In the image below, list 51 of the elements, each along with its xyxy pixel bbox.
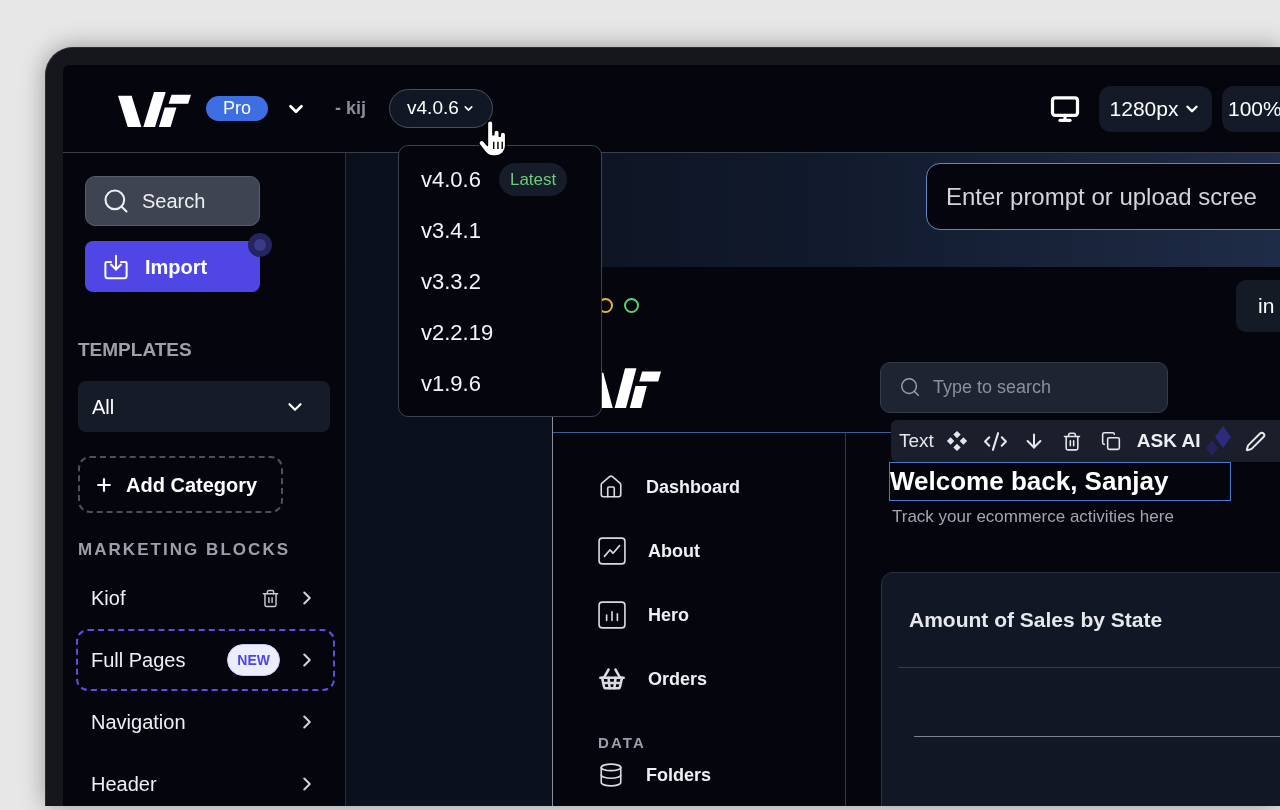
project-name: - kij (335, 97, 367, 120)
import-button[interactable]: Import (85, 241, 260, 292)
plan-badge: Pro (206, 96, 268, 121)
nav-item[interactable]: Hero (598, 583, 845, 647)
notification-dot-icon (248, 233, 272, 257)
pen-icon[interactable] (1244, 430, 1266, 452)
bar-chart-icon (598, 601, 626, 629)
search-icon (102, 187, 130, 215)
search-icon (899, 376, 921, 398)
version-option[interactable]: v1.9.6 (399, 358, 601, 409)
database-icon (598, 762, 624, 788)
welcome-heading: Welcome back, Sanjay (889, 462, 1231, 501)
version-option[interactable]: v3.3.2 (399, 256, 601, 307)
preview-search-field[interactable]: Type to search (880, 361, 1168, 413)
category-select[interactable]: All (78, 381, 330, 432)
version-option[interactable]: v4.0.6 Latest (399, 154, 601, 205)
version-option[interactable]: v2.2.19 (399, 307, 601, 358)
copy-icon[interactable] (1100, 431, 1121, 451)
header-button[interactable]: in (1236, 280, 1280, 332)
latest-badge: Latest (498, 163, 568, 196)
add-category-button[interactable]: Add Category (78, 456, 283, 513)
search-button[interactable]: Search (85, 176, 260, 226)
category-item[interactable]: Navigation (76, 691, 335, 753)
trash-icon[interactable] (1061, 430, 1082, 452)
nav-section-heading: DATA (598, 733, 647, 753)
version-selector[interactable]: v4.0.6 (389, 89, 493, 128)
subheading: Track your ecommerce activities here (892, 506, 1175, 528)
version-option[interactable]: v3.4.1 (399, 205, 601, 256)
home-icon (598, 474, 624, 500)
section-heading: TEMPLATES (78, 338, 193, 362)
element-type-label: Text (899, 428, 934, 453)
ask-ai-button[interactable]: ASK AI (1136, 426, 1201, 456)
category-item[interactable]: Header (76, 753, 335, 806)
nav-item[interactable]: Folders (598, 755, 845, 795)
trash-icon[interactable] (261, 588, 280, 608)
viewport-width-selector[interactable]: 1280px (1099, 85, 1212, 132)
nav-item[interactable]: Orders (598, 647, 845, 711)
category-item[interactable]: Kiof (76, 567, 335, 629)
section-heading: MARKETING BLOCKS (78, 540, 292, 560)
zoom-control-icon[interactable] (624, 298, 639, 313)
card-title: Amount of Sales by State (908, 607, 1164, 633)
monitor-icon[interactable] (1050, 93, 1080, 124)
hand-cursor-icon (476, 119, 510, 159)
nav-item[interactable]: Dashboard (598, 455, 845, 519)
new-badge: NEW (227, 644, 280, 676)
basket-icon (598, 665, 626, 693)
category-item[interactable]: Full Pages NEW (76, 629, 335, 691)
move-icon[interactable] (945, 430, 968, 452)
nav-item[interactable]: About (598, 519, 845, 583)
line-chart-icon (598, 537, 626, 565)
prompt-field[interactable]: Enter prompt or upload scree (926, 163, 1280, 230)
